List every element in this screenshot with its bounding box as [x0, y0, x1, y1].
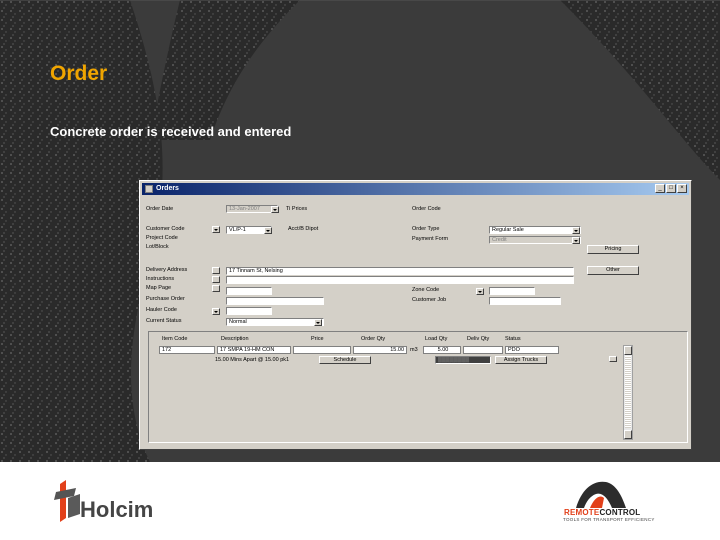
order-code-label: Order Code [412, 206, 441, 212]
orders-window: Orders _ □ × Order Date 13-Jan-2007 Ti P… [139, 180, 692, 450]
order-lines-grid: Item Code Description Price Order Qty Lo… [148, 331, 688, 443]
delivery-address-field[interactable]: 17 Tinnam St, Nelsing [226, 267, 574, 275]
order-type-label: Order Type [412, 226, 440, 232]
cell-status[interactable]: PDO [505, 346, 559, 354]
rc-word-control: CONTROL [599, 508, 641, 517]
time-label: Ti Prices [286, 206, 308, 212]
col-header-item-code: Item Code [162, 336, 188, 342]
scroll-track[interactable] [625, 356, 631, 428]
order-type-field[interactable]: Regular Sale [489, 226, 581, 234]
slide-subtitle: Concrete order is received and entered [50, 124, 292, 139]
cell-price[interactable] [293, 346, 351, 354]
slide: Order Concrete order is received and ent… [0, 0, 720, 540]
delivery-address-label: Delivery Address [146, 267, 188, 273]
customer-code-label: Customer Code [146, 226, 185, 232]
hauler-code-lookup-icon[interactable] [212, 308, 220, 315]
project-code-label: Project Code [146, 235, 178, 241]
cell-unit: m3 [410, 347, 418, 353]
cell-load-qty[interactable]: 5.00 [423, 346, 461, 354]
hauler-code-field[interactable] [226, 307, 272, 315]
cell-description[interactable]: 17 SMPA 19-HM CON [217, 346, 291, 354]
map-page-field[interactable] [226, 287, 272, 295]
zone-code-field[interactable] [489, 287, 535, 295]
row-expand-icon[interactable] [609, 356, 617, 362]
map-page-label: Map Page [146, 285, 172, 291]
payment-form-field[interactable]: Credit [489, 236, 581, 244]
pricing-button[interactable]: Pricing [587, 245, 639, 254]
purchase-order-label: Purchase Order [146, 296, 185, 302]
col-header-load-qty: Load Qty [425, 336, 448, 342]
current-status-label: Current Status [146, 318, 182, 324]
customer-code-dropdown-icon[interactable] [264, 227, 272, 234]
grid-vertical-scrollbar[interactable] [623, 345, 633, 440]
col-header-deliv-qty: Deliv Qty [467, 336, 490, 342]
cell-deliv-qty[interactable] [463, 346, 503, 354]
customer-job-label: Customer Job [412, 297, 447, 303]
zone-code-lookup-icon[interactable] [476, 288, 484, 295]
col-header-description: Description [221, 336, 249, 342]
lot-block-label: Lot/Block [146, 244, 169, 250]
assign-trucks-button[interactable]: Assign Trucks [495, 356, 547, 364]
remote-control-logo-icon [576, 481, 626, 508]
order-type-dropdown-icon[interactable] [572, 227, 580, 234]
instructions-field[interactable] [226, 276, 574, 284]
holcim-wordmark: Holcim [80, 497, 154, 522]
scroll-down-icon[interactable] [624, 430, 632, 439]
schedule-button[interactable]: Schedule [319, 356, 371, 364]
instructions-button[interactable] [212, 276, 220, 283]
col-header-price: Price [311, 336, 324, 342]
customer-job-field[interactable] [489, 297, 561, 305]
remote-control-wordmark: REMOTECONTROL [564, 508, 640, 517]
rc-word-remote: REMOTE [564, 508, 600, 517]
acct-label: Acct/B Dipot [288, 226, 319, 232]
remote-control-tagline: TOOLS FOR TRANSPORT EFFICIENCY [563, 517, 655, 522]
payment-form-dropdown-icon[interactable] [572, 237, 580, 244]
col-header-order-qty: Order Qty [361, 336, 386, 342]
instructions-label: Instructions [146, 276, 175, 282]
delivery-address-button[interactable] [212, 267, 220, 274]
purchase-order-field[interactable] [226, 297, 324, 305]
schedule-text: 15.00 Mins Apart @ 15.00 pk1 [215, 357, 290, 363]
customer-code-lookup-icon[interactable] [212, 226, 220, 233]
maximize-button[interactable]: □ [666, 184, 676, 193]
cell-order-qty[interactable]: 15.00 [353, 346, 407, 354]
close-button[interactable]: × [677, 184, 687, 193]
scroll-up-icon[interactable] [624, 346, 632, 355]
slide-title: Order [50, 62, 108, 85]
app-icon [145, 185, 153, 193]
status-indicator: ▒▒▒▒▒▒▒▒ [435, 356, 491, 364]
col-header-status: Status [505, 336, 521, 342]
order-date-dropdown-icon[interactable] [271, 206, 279, 213]
payment-form-label: Payment Form [412, 236, 449, 242]
map-page-button[interactable] [212, 285, 220, 292]
hauler-code-label: Hauler Code [146, 307, 177, 313]
window-titlebar[interactable]: Orders _ □ × [142, 183, 689, 195]
current-status-field[interactable]: Normal [226, 318, 324, 326]
other-button[interactable]: Other [587, 266, 639, 275]
order-date-label: Order Date [146, 206, 174, 212]
window-title: Orders [156, 185, 179, 192]
current-status-dropdown-icon[interactable] [314, 319, 322, 326]
cell-item-code[interactable]: 172 [159, 346, 215, 354]
minimize-button[interactable]: _ [655, 184, 665, 193]
zone-code-label: Zone Code [412, 287, 440, 293]
